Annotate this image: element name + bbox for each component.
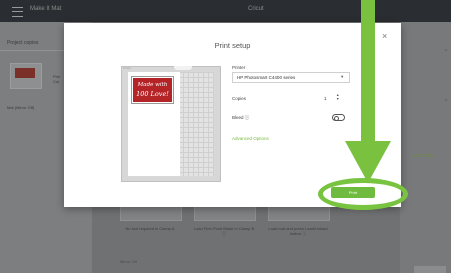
bleed-toggle[interactable] [332, 114, 345, 121]
design-text-line2: 100 Love! [136, 90, 169, 98]
footer-button[interactable] [414, 266, 446, 273]
printer-label: Printer [232, 65, 246, 70]
project-copies-label: Project copies [7, 40, 39, 46]
design-preview: Made with 100 Love! [131, 76, 174, 104]
mat-side-label: Prin Cut [53, 74, 61, 84]
mat-thumbnail[interactable] [10, 63, 42, 89]
app-header: Make It Mat Cricut [0, 0, 451, 22]
mirror-toggle-label[interactable]: Mirror Off [120, 259, 137, 264]
mat-name: Mat (Mirror Off) [7, 105, 35, 110]
stepper-icon[interactable]: ▲ ▼ [336, 93, 339, 101]
chevron-down-icon[interactable]: ⌄ [443, 45, 449, 53]
right-panel [400, 22, 451, 273]
arrow-down-icon [361, 0, 375, 143]
window-title: Make It Mat [30, 6, 62, 12]
chevron-down-icon[interactable]: ⌄ [443, 95, 449, 103]
printer-value: HP Photosmart C4400 series [237, 75, 296, 80]
hamburger-icon[interactable] [12, 7, 23, 17]
caption-clamp-b: Load Fine-Point Blade in Clamp B ⓘ [193, 226, 255, 236]
design-text-line1: Made with [137, 82, 168, 88]
mat-brand-label: Cricut [123, 66, 131, 70]
thumbnail-design [15, 68, 35, 78]
close-icon[interactable]: × [382, 32, 387, 41]
bleed-label: Bleed ⓘ [232, 115, 250, 120]
mat-preview: Cricut Made with 100 Love! [121, 66, 221, 182]
copies-label: Copies [232, 96, 247, 101]
caption-clamp-a: No tool required in Clamp A [125, 226, 175, 231]
chevron-down-icon: ▾ [341, 74, 344, 79]
dialog-title: Print setup [214, 41, 251, 50]
edit-tools-link[interactable]: Edit Tools [414, 153, 433, 158]
mat-tab [174, 66, 192, 70]
header-center-label: Cricut [248, 6, 264, 12]
printer-select[interactable]: HP Photosmart C4400 series ▾ [232, 72, 350, 83]
arrow-head [345, 141, 391, 183]
caption-load-mat: Load mat and press Load/Unload button ⓘ [268, 226, 328, 236]
advanced-options-link[interactable]: Advanced Options [232, 136, 269, 141]
copies-field[interactable]: 1 [324, 96, 327, 101]
